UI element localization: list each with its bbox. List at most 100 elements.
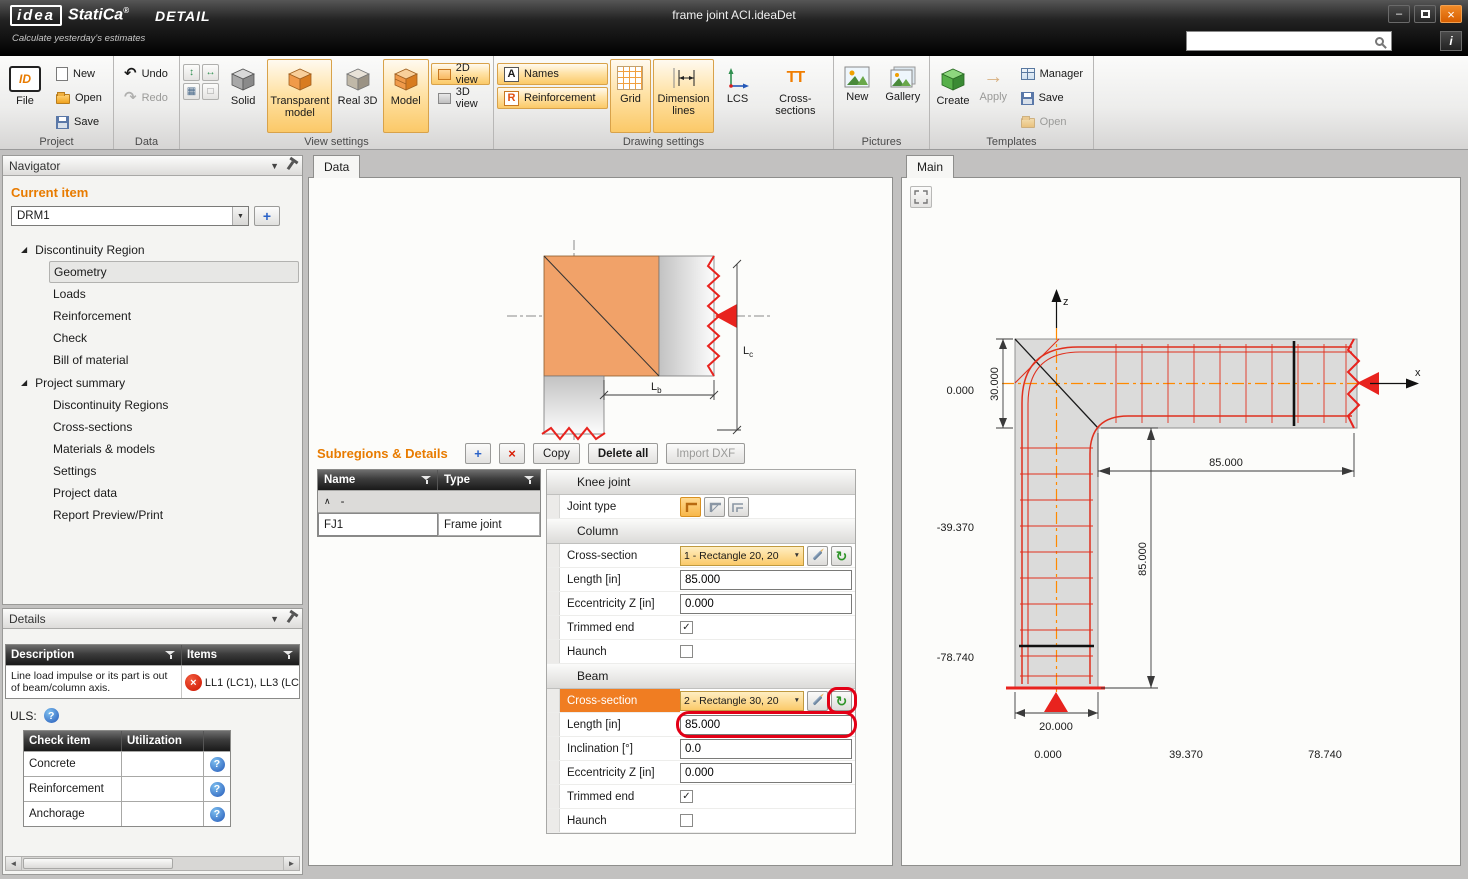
view-2d-button[interactable]: 2D view xyxy=(431,63,490,85)
beam-inclination-input[interactable] xyxy=(680,739,852,759)
help-icon[interactable]: ? xyxy=(44,708,59,723)
column-header-utilization[interactable]: Utilization xyxy=(122,731,204,751)
column-eccentricity-input[interactable] xyxy=(680,594,852,614)
check-row-concrete[interactable]: Concrete ? xyxy=(24,751,230,776)
scroll-left-icon[interactable]: ◄ xyxy=(6,857,22,870)
help-icon[interactable]: ? xyxy=(210,757,225,772)
grid-button[interactable]: Grid xyxy=(610,59,651,133)
template-manager-button[interactable]: Manager xyxy=(1014,63,1090,85)
info-button[interactable]: i xyxy=(1440,31,1462,51)
joint-type-option-2-button[interactable] xyxy=(704,497,725,517)
dimension-lines-button[interactable]: Dimension lines xyxy=(653,59,715,133)
help-icon[interactable]: ? xyxy=(210,807,225,822)
filter-icon[interactable] xyxy=(524,475,535,485)
tree-group-discontinuity-region[interactable]: ◢ Discontinuity Region xyxy=(3,238,302,261)
check-row-anchorage[interactable]: Anchorage ? xyxy=(24,801,230,826)
cross-sections-button[interactable]: TT Cross-sections xyxy=(761,59,830,133)
sidebar-item-materials-models[interactable]: Materials & models xyxy=(3,438,302,460)
current-item-select[interactable]: DRM1 ▼ xyxy=(11,206,249,226)
sidebar-item-bill-of-material[interactable]: Bill of material xyxy=(3,349,302,371)
beam-trimmed-end-checkbox[interactable]: ✓ xyxy=(680,790,693,803)
edit-column-cross-section-button[interactable] xyxy=(807,546,828,566)
tab-main[interactable]: Main xyxy=(906,155,954,178)
column-header-type[interactable]: Type xyxy=(438,470,540,490)
template-open-button[interactable]: Open xyxy=(1014,111,1090,133)
maximize-button[interactable] xyxy=(1414,5,1436,23)
column-length-input[interactable] xyxy=(680,570,852,590)
file-button[interactable]: ID File xyxy=(3,59,47,133)
filter-icon[interactable] xyxy=(283,650,294,660)
tree-group-project-summary[interactable]: ◢ Project summary xyxy=(3,371,302,394)
sidebar-item-check[interactable]: Check xyxy=(3,327,302,349)
joint-type-option-1-button[interactable] xyxy=(680,497,701,517)
pin-icon[interactable] xyxy=(287,161,295,170)
sidebar-item-report-preview[interactable]: Report Preview/Print xyxy=(3,504,302,526)
view-tool-box-icon[interactable]: □ xyxy=(202,83,219,100)
sidebar-item-settings[interactable]: Settings xyxy=(3,460,302,482)
main-canvas[interactable]: 30.000 85.000 85.000 20.000 z x 0.000 xyxy=(901,177,1461,866)
gallery-button[interactable]: Gallery xyxy=(880,59,926,133)
search-input[interactable] xyxy=(1187,33,1375,49)
template-save-button[interactable]: Save xyxy=(1014,87,1090,109)
sidebar-item-project-data[interactable]: Project data xyxy=(3,482,302,504)
names-button[interactable]: ANames xyxy=(497,63,608,85)
horizontal-scrollbar[interactable]: ◄ ► xyxy=(5,856,300,871)
minimize-button[interactable]: – xyxy=(1388,5,1410,23)
beam-haunch-checkbox[interactable] xyxy=(680,814,693,827)
solid-button[interactable]: Solid xyxy=(221,59,265,133)
data-canvas[interactable]: Lb Lc Subregions & Details + × Copy Dele… xyxy=(308,177,893,866)
redo-button[interactable]: ↷Redo xyxy=(117,87,175,109)
collapse-icon[interactable]: ∧ xyxy=(318,496,331,507)
view-tool-grid-icon[interactable]: ▦ xyxy=(183,83,200,100)
beam-cross-section-select[interactable]: 2 - Rectangle 30, 20▼ xyxy=(680,691,804,711)
delete-all-button[interactable]: Delete all xyxy=(588,443,659,464)
picture-new-button[interactable]: New xyxy=(837,59,878,133)
transparent-model-button[interactable]: Transparent model xyxy=(267,59,332,133)
column-header-items[interactable]: Items xyxy=(182,645,299,665)
copy-button[interactable]: Copy xyxy=(533,443,580,464)
warning-row[interactable]: Line load impulse or its part is out of … xyxy=(6,665,299,698)
view-3d-button[interactable]: 3D view xyxy=(431,87,490,109)
table-row-fj1[interactable]: FJ1 Frame joint xyxy=(318,512,540,536)
view-tool-fit-horizontal-icon[interactable]: ↔ xyxy=(202,64,219,81)
check-row-reinforcement[interactable]: Reinforcement ? xyxy=(24,776,230,801)
real-3d-button[interactable]: Real 3D xyxy=(334,59,380,133)
column-header-check-item[interactable]: Check item xyxy=(24,731,122,751)
filter-icon[interactable] xyxy=(165,650,176,660)
tab-data[interactable]: Data xyxy=(313,155,360,178)
edit-beam-cross-section-button[interactable] xyxy=(807,691,828,711)
joint-type-option-3-button[interactable] xyxy=(728,497,749,517)
undo-button[interactable]: ↶Undo xyxy=(117,63,175,85)
sidebar-item-geometry[interactable]: Geometry xyxy=(49,261,299,283)
column-header-description[interactable]: Description xyxy=(6,645,182,665)
import-dxf-button[interactable]: Import DXF xyxy=(666,443,745,464)
template-apply-button[interactable]: → Apply xyxy=(975,59,1012,133)
beam-eccentricity-input[interactable] xyxy=(680,763,852,783)
scroll-right-icon[interactable]: ► xyxy=(283,857,299,870)
refresh-column-cross-section-button[interactable]: ↻ xyxy=(831,546,852,566)
search-box[interactable] xyxy=(1186,31,1392,51)
refresh-beam-cross-section-button[interactable]: ↻ xyxy=(831,691,852,711)
column-haunch-checkbox[interactable] xyxy=(680,645,693,658)
scrollbar-thumb[interactable] xyxy=(23,858,173,869)
lcs-button[interactable]: LCS xyxy=(716,59,758,133)
sidebar-item-reinforcement[interactable]: Reinforcement xyxy=(3,305,302,327)
open-button[interactable]: Open xyxy=(49,87,109,109)
beam-length-input[interactable] xyxy=(680,715,852,735)
new-button[interactable]: New xyxy=(49,63,109,85)
sidebar-item-discontinuity-regions[interactable]: Discontinuity Regions xyxy=(3,394,302,416)
filter-icon[interactable] xyxy=(421,475,432,485)
model-button[interactable]: Model xyxy=(383,59,429,133)
delete-subregion-button[interactable]: × xyxy=(499,443,525,464)
reinforcement-button[interactable]: RReinforcement xyxy=(497,87,608,109)
view-tool-fit-vertical-icon[interactable]: ↕ xyxy=(183,64,200,81)
column-header-name[interactable]: Name xyxy=(318,470,438,490)
pin-icon[interactable] xyxy=(287,614,295,623)
table-group-row[interactable]: ∧ - xyxy=(318,490,540,512)
column-trimmed-end-checkbox[interactable]: ✓ xyxy=(680,621,693,634)
help-icon[interactable]: ? xyxy=(210,782,225,797)
sidebar-item-loads[interactable]: Loads xyxy=(3,283,302,305)
save-button[interactable]: Save xyxy=(49,111,109,133)
sidebar-item-cross-sections[interactable]: Cross-sections xyxy=(3,416,302,438)
add-item-button[interactable]: + xyxy=(254,206,280,226)
